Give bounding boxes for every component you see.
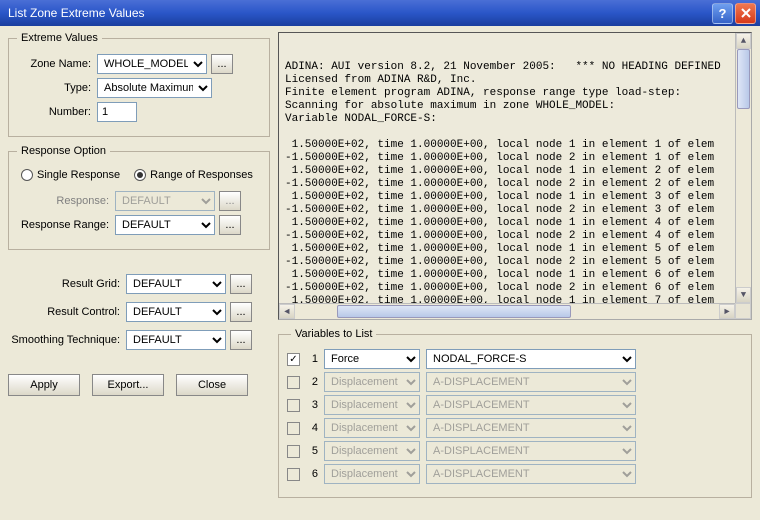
response-range-label: Response Range: (17, 219, 115, 231)
variable-category-combo: Displacement (324, 441, 420, 461)
extreme-values-group: Extreme Values Zone Name: WHOLE_MODEL ..… (8, 32, 270, 137)
apply-button[interactable]: Apply (8, 374, 80, 396)
zone-name-browse[interactable]: ... (211, 54, 233, 74)
response-range-browse[interactable]: ... (219, 215, 241, 235)
scroll-right-icon[interactable]: ► (719, 304, 735, 319)
number-label: Number: (17, 106, 97, 118)
range-of-responses-radio[interactable]: Range of Responses (134, 169, 253, 181)
vertical-scrollbar[interactable]: ▲ ▼ (735, 33, 751, 303)
smoothing-combo[interactable]: DEFAULT (126, 330, 226, 350)
result-grid-label: Result Grid: (8, 278, 126, 290)
variable-row: 2 Displacement A-DISPLACEMENT (287, 372, 743, 392)
export-button[interactable]: Export... (92, 374, 164, 396)
result-grid-browse[interactable]: ... (230, 274, 252, 294)
variable-category-combo[interactable]: Force (324, 349, 420, 369)
variable-checkbox[interactable] (287, 399, 300, 412)
scroll-up-icon[interactable]: ▲ (736, 33, 751, 49)
variable-category-combo: Displacement (324, 418, 420, 438)
variable-name-combo: A-DISPLACEMENT (426, 395, 636, 415)
variable-checkbox[interactable] (287, 422, 300, 435)
variable-row: 4 Displacement A-DISPLACEMENT (287, 418, 743, 438)
variable-row: 5 Displacement A-DISPLACEMENT (287, 441, 743, 461)
window-close-button[interactable] (735, 3, 756, 24)
variables-to-list-group: Variables to List ✓1ForceNODAL_FORCE-S2D… (278, 328, 752, 498)
variable-name-combo: A-DISPLACEMENT (426, 441, 636, 461)
result-control-combo[interactable]: DEFAULT (126, 302, 226, 322)
output-text: ADINA: AUI version 8.2, 21 November 2005… (279, 57, 751, 312)
single-response-label: Single Response (37, 169, 120, 181)
result-control-label: Result Control: (8, 306, 126, 318)
variable-category-combo: Displacement (324, 395, 420, 415)
variable-category-combo: Displacement (324, 464, 420, 484)
scroll-corner (735, 303, 751, 319)
titlebar: List Zone Extreme Values ? (0, 0, 760, 26)
variable-index: 2 (306, 376, 318, 388)
variables-to-list-legend: Variables to List (291, 328, 376, 340)
variable-name-combo: A-DISPLACEMENT (426, 464, 636, 484)
smoothing-label: Smoothing Technique: (8, 334, 126, 346)
smoothing-browse[interactable]: ... (230, 330, 252, 350)
variable-checkbox[interactable]: ✓ (287, 353, 300, 366)
help-button[interactable]: ? (712, 3, 733, 24)
variable-index: 5 (306, 445, 318, 457)
variable-row: 3 Displacement A-DISPLACEMENT (287, 395, 743, 415)
vscroll-thumb[interactable] (737, 49, 750, 109)
variable-index: 1 (306, 353, 318, 365)
scroll-left-icon[interactable]: ◄ (279, 304, 295, 319)
scroll-down-icon[interactable]: ▼ (736, 287, 751, 303)
variable-name-combo: A-DISPLACEMENT (426, 418, 636, 438)
response-option-group: Response Option Single Response Range of… (8, 145, 270, 250)
variable-row: ✓ 1 Force NODAL_FORCE-S (287, 349, 743, 369)
dialog-title: List Zone Extreme Values (8, 6, 712, 20)
response-label: Response: (17, 195, 115, 207)
hscroll-thumb[interactable] (337, 305, 570, 318)
variable-checkbox[interactable] (287, 445, 300, 458)
variable-index: 6 (306, 468, 318, 480)
zone-name-combo[interactable]: WHOLE_MODEL (97, 54, 207, 74)
close-button[interactable]: Close (176, 374, 248, 396)
single-response-radio[interactable]: Single Response (21, 169, 120, 181)
result-control-browse[interactable]: ... (230, 302, 252, 322)
variable-category-combo: Displacement (324, 372, 420, 392)
variable-row: 6 Displacement A-DISPLACEMENT (287, 464, 743, 484)
type-combo[interactable]: Absolute Maximum (97, 78, 212, 98)
result-grid-combo[interactable]: DEFAULT (126, 274, 226, 294)
variable-checkbox[interactable] (287, 468, 300, 481)
response-option-legend: Response Option (17, 145, 110, 157)
close-icon (741, 8, 751, 18)
output-area: ADINA: AUI version 8.2, 21 November 2005… (278, 32, 752, 320)
variable-name-combo: A-DISPLACEMENT (426, 372, 636, 392)
number-input[interactable] (97, 102, 137, 122)
variable-index: 3 (306, 399, 318, 411)
response-browse: ... (219, 191, 241, 211)
horizontal-scrollbar[interactable]: ◄ ► (279, 303, 735, 319)
zone-name-label: Zone Name: (17, 58, 97, 70)
response-combo: DEFAULT (115, 191, 215, 211)
variable-checkbox[interactable] (287, 376, 300, 389)
range-of-responses-label: Range of Responses (150, 169, 253, 181)
variable-name-combo[interactable]: NODAL_FORCE-S (426, 349, 636, 369)
extreme-values-legend: Extreme Values (17, 32, 102, 44)
type-label: Type: (17, 82, 97, 94)
variable-index: 4 (306, 422, 318, 434)
response-range-combo[interactable]: DEFAULT (115, 215, 215, 235)
